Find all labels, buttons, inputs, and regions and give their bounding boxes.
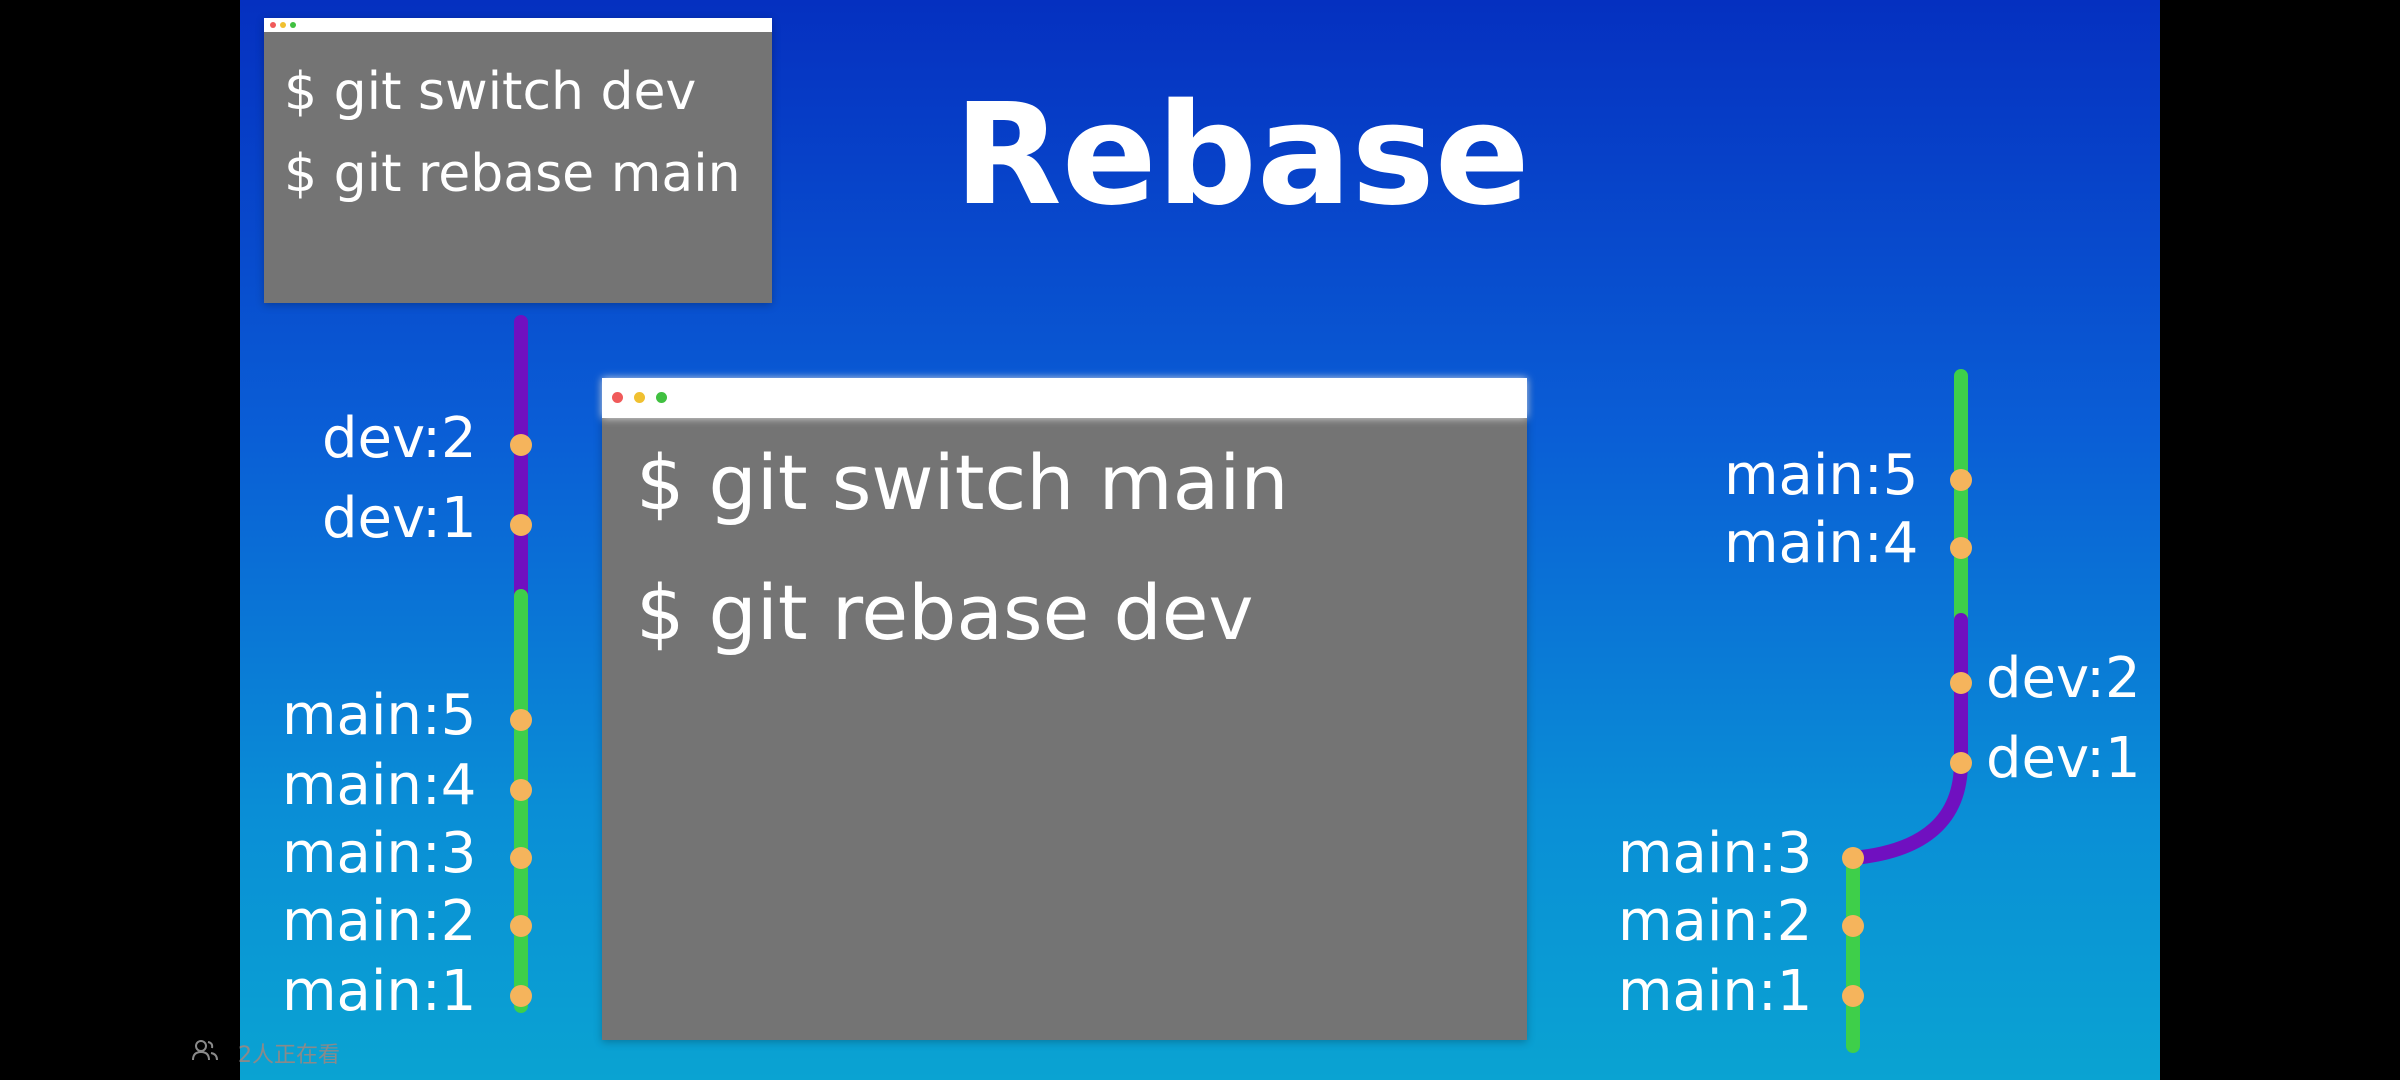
left-commit-label: main:2 [282,889,477,954]
left-commit-label: main:1 [282,959,477,1024]
right-commit-label: main:4 [1724,511,1919,576]
slide: Rebase $ git switch dev $ git rebase mai… [240,0,2160,1080]
right-dev-branch-line [1846,613,1968,865]
commit-dot [1950,469,1972,491]
commit-dot [1950,537,1972,559]
left-commit-label: main:3 [282,821,477,886]
commit-dot [510,514,532,536]
right-commit-label: main:5 [1724,443,1919,508]
commit-dot [510,779,532,801]
commit-dot [1842,847,1864,869]
people-icon [192,1040,218,1061]
right-commit-label: main:1 [1618,959,1813,1024]
commit-dot [510,985,532,1007]
viewer-count: 2人正在看 [192,1037,340,1069]
commit-dot [1842,915,1864,937]
commit-dot [1950,672,1972,694]
left-commit-label: main:4 [282,753,477,818]
left-commit-label: dev:2 [322,406,477,471]
commit-dot [510,847,532,869]
commit-dot [1950,752,1972,774]
viewer-count-text: 2人正在看 [238,1043,340,1068]
commit-dot [1842,985,1864,1007]
commit-dot [510,709,532,731]
right-commit-label: main:3 [1618,821,1813,886]
left-commit-label: dev:1 [322,486,477,551]
right-commit-label: dev:1 [1986,726,2141,791]
right-commit-label: main:2 [1618,889,1813,954]
commit-dot [510,434,532,456]
left-commit-label: main:5 [282,683,477,748]
commit-dot [510,915,532,937]
right-commit-label: dev:2 [1986,646,2141,711]
left-branch-graph [510,315,532,1013]
